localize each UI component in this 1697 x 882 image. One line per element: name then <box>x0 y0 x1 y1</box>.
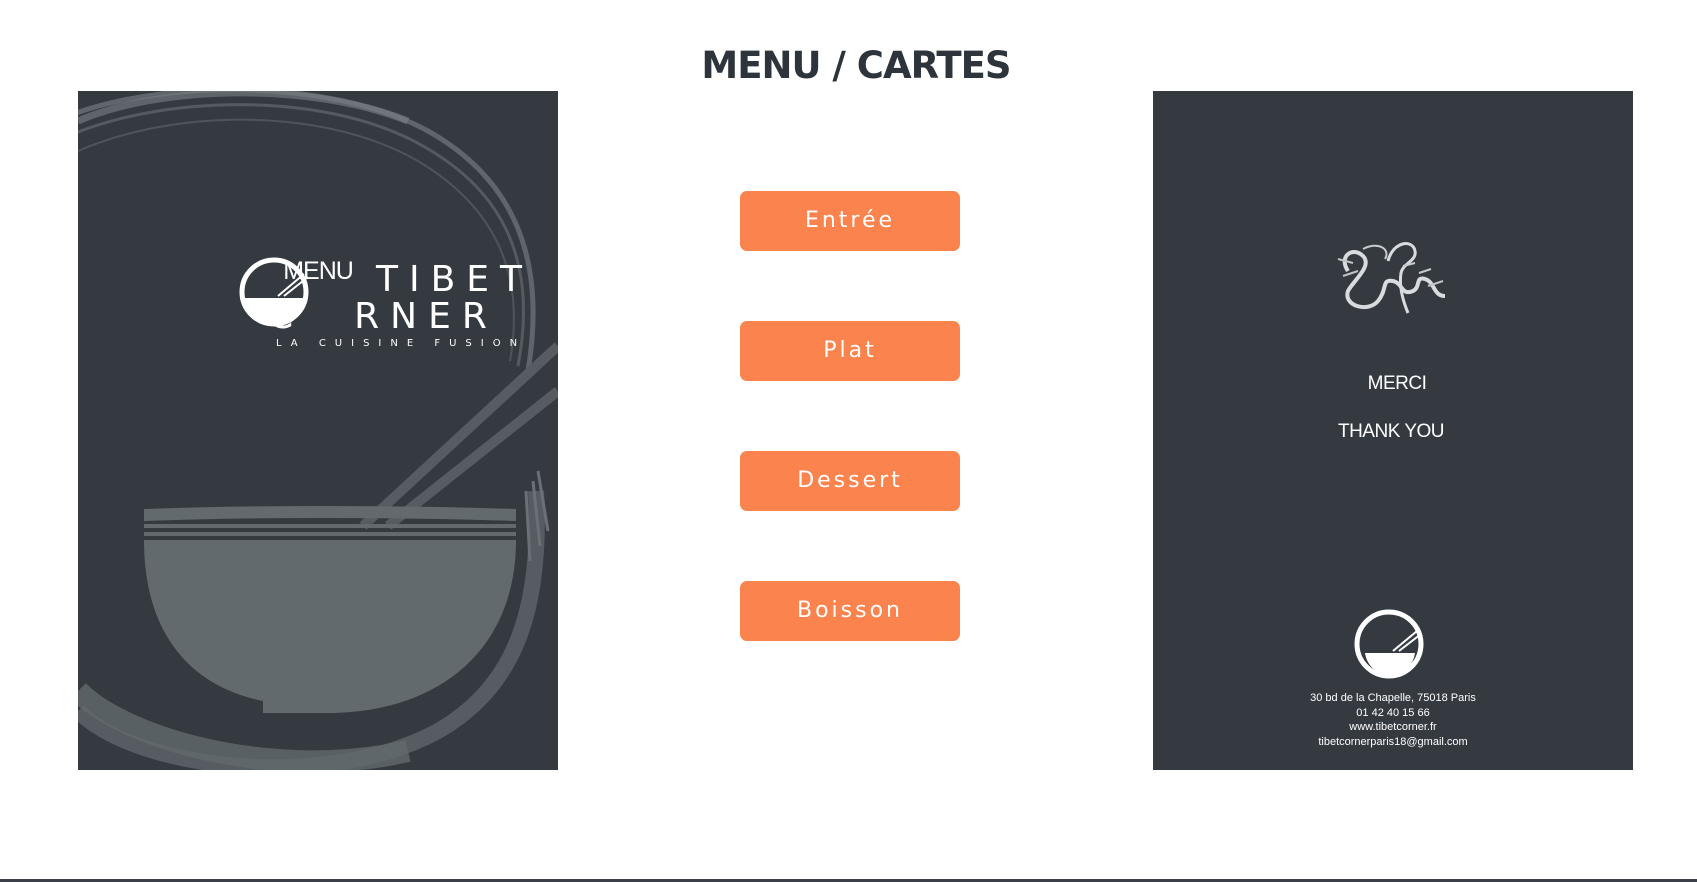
address-text: 30 bd de la Chapelle, 75018 Paris <box>1310 692 1476 704</box>
brand-logo-rest: RNER <box>354 296 498 337</box>
contact-block: 30 bd de la Chapelle, 75018 Paris 01 42 … <box>1153 691 1633 749</box>
bowl-illustration <box>78 91 558 770</box>
menu-back-cover-image[interactable]: MERCI THANK YOU 30 bd de la Chapelle, 75… <box>1153 91 1633 770</box>
menu-front-cover-image[interactable]: MENU TIBET C RNER LA CUISINE FUSION <box>78 91 558 770</box>
phone-text: 01 42 40 15 66 <box>1356 706 1430 719</box>
plat-button[interactable]: Plat <box>740 321 960 381</box>
brand-logo-letter-c: C <box>268 296 305 337</box>
boisson-button[interactable]: Boisson <box>740 581 960 641</box>
website-text: www.tibetcorner.fr <box>1349 721 1437 733</box>
merci-text: MERCI <box>1367 373 1427 394</box>
email-text: tibetcornerparis18@gmail.com <box>1318 735 1468 748</box>
entree-button[interactable]: Entrée <box>740 191 960 251</box>
thank-you-text: THANK YOU <box>1337 421 1445 442</box>
dessert-button[interactable]: Dessert <box>740 451 960 511</box>
brand-tagline: LA CUISINE FUSION <box>276 338 527 349</box>
brand-logo-top: TIBET <box>376 259 534 300</box>
page-title: MENU / CARTES <box>701 44 1011 87</box>
menu-category-buttons: Entrée Plat Dessert Boisson <box>740 191 960 711</box>
page: MENU / CARTES MENU TIBET C RNER LA CUISI… <box>0 0 1697 882</box>
brand-logo-bottom: C RNER <box>268 296 498 337</box>
